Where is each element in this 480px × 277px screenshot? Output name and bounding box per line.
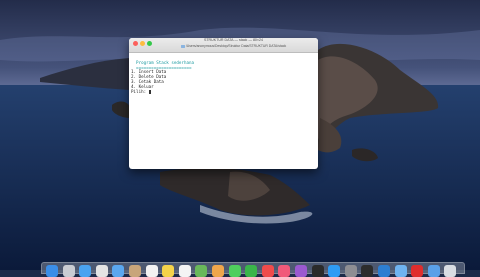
downloads-icon[interactable]: [427, 265, 440, 277]
minimize-window-button[interactable]: [140, 41, 145, 46]
trash-icon[interactable]: [444, 265, 457, 277]
window-path-text: /Users/anonymous/Desktop/Struktur Data/S…: [185, 44, 287, 48]
maps-icon[interactable]: [195, 265, 208, 277]
music-icon[interactable]: [278, 265, 291, 277]
text-cursor: [148, 89, 152, 94]
terminal-icon[interactable]: [361, 265, 374, 277]
terminal-titlebar[interactable]: STRUKTUR DATA — stack — 80×24 /Users/ano…: [129, 38, 318, 53]
vscode-icon[interactable]: [378, 265, 390, 277]
launchpad-icon[interactable]: [62, 265, 75, 277]
preferences-icon[interactable]: [344, 265, 357, 277]
dock: [41, 262, 465, 277]
facetime-icon[interactable]: [245, 265, 258, 277]
reminders-icon[interactable]: [178, 265, 191, 277]
news-icon[interactable]: [261, 265, 274, 277]
terminal-output[interactable]: Program Stack sederhana ================…: [129, 53, 318, 169]
window-title: STRUKTUR DATA — stack — 80×24: [203, 38, 264, 42]
input-prompt-line[interactable]: Pilih:: [131, 88, 318, 95]
calendar-icon[interactable]: [145, 265, 158, 277]
photos-icon[interactable]: [212, 265, 224, 277]
close-window-button[interactable]: [133, 41, 138, 46]
tv-icon[interactable]: [311, 265, 324, 277]
messages-icon[interactable]: [228, 265, 241, 277]
finder-icon[interactable]: [46, 265, 58, 277]
safari-icon[interactable]: [79, 265, 92, 277]
podcasts-icon[interactable]: [295, 265, 307, 277]
folder-icon: [180, 44, 185, 48]
contacts-icon[interactable]: [129, 265, 141, 277]
input-prompt: Pilih:: [131, 88, 149, 94]
appstore-icon[interactable]: [328, 265, 341, 277]
folder-icon[interactable]: [394, 265, 407, 277]
acrobat-icon[interactable]: [411, 265, 424, 277]
terminal-window[interactable]: STRUKTUR DATA — stack — 80×24 /Users/ano…: [129, 38, 318, 169]
mail-icon[interactable]: [112, 265, 125, 277]
chrome-icon[interactable]: [95, 265, 108, 277]
window-path: /Users/anonymous/Desktop/Struktur Data/S…: [151, 44, 316, 49]
notes-icon[interactable]: [162, 265, 175, 277]
